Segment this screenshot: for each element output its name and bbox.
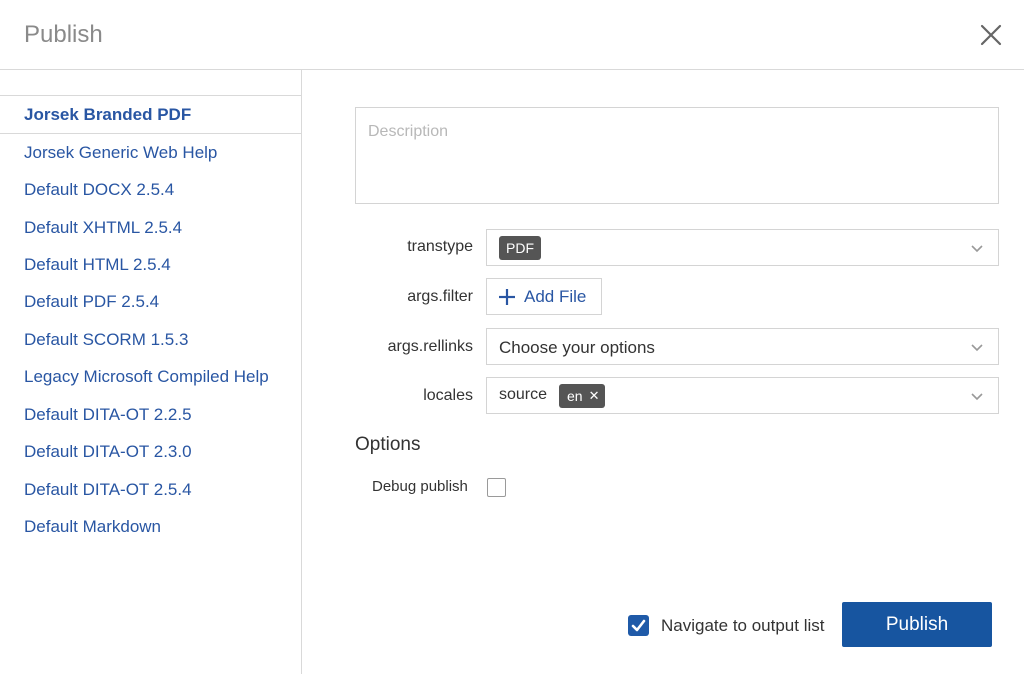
description-field (355, 107, 999, 204)
sidebar-item-dita-ot-230[interactable]: Default DITA-OT 2.3.0 (24, 442, 192, 462)
checkmark-icon (631, 619, 646, 632)
locale-tag-label: en (567, 388, 583, 404)
locales-select[interactable]: source en ✕ (486, 377, 999, 414)
chevron-down-icon (971, 245, 983, 253)
locale-tag-en: en ✕ (559, 384, 606, 408)
dialog-header: Publish (0, 0, 1024, 70)
plus-icon (499, 288, 515, 305)
sidebar-item-dita-ot-254[interactable]: Default DITA-OT 2.5.4 (24, 480, 192, 500)
sidebar-item-jorsek-generic-web-help[interactable]: Jorsek Generic Web Help (24, 143, 217, 163)
sidebar-item-default-markdown[interactable]: Default Markdown (24, 517, 161, 537)
debug-publish-checkbox[interactable] (487, 478, 506, 497)
add-file-label: Add File (524, 286, 587, 306)
args-rellinks-placeholder: Choose your options (499, 338, 655, 357)
transtype-select[interactable]: PDF (486, 229, 999, 266)
sidebar-divider (0, 95, 302, 96)
transtype-tag: PDF (499, 236, 541, 260)
description-input[interactable] (356, 108, 998, 203)
remove-tag-icon[interactable]: ✕ (589, 384, 600, 408)
chevron-down-icon (971, 344, 983, 352)
navigate-output-checkbox[interactable] (628, 615, 649, 636)
sidebar-item-default-pdf[interactable]: Default PDF 2.5.4 (24, 292, 159, 312)
args-rellinks-select[interactable]: Choose your options (486, 328, 999, 365)
sidebar-divider (0, 133, 302, 134)
sidebar-item-default-docx[interactable]: Default DOCX 2.5.4 (24, 180, 174, 200)
sidebar-item-default-xhtml[interactable]: Default XHTML 2.5.4 (24, 218, 182, 238)
add-file-button[interactable]: Add File (486, 278, 602, 315)
locales-label: locales (423, 387, 473, 404)
close-icon[interactable] (978, 22, 1004, 48)
sidebar-item-default-html[interactable]: Default HTML 2.5.4 (24, 255, 171, 275)
sidebar-item-default-scorm[interactable]: Default SCORM 1.5.3 (24, 330, 188, 350)
chevron-down-icon (971, 393, 983, 401)
dialog-title: Publish (24, 21, 103, 48)
output-type-sidebar: Jorsek Branded PDF Jorsek Generic Web He… (0, 70, 302, 674)
args-filter-label: args.filter (407, 288, 473, 305)
debug-publish-label: Debug publish (372, 478, 468, 495)
options-heading: Options (355, 434, 421, 455)
sidebar-item-legacy-chm[interactable]: Legacy Microsoft Compiled Help (24, 367, 269, 387)
sidebar-item-jorsek-branded-pdf[interactable]: Jorsek Branded PDF (24, 105, 191, 125)
transtype-label: transtype (407, 238, 473, 255)
navigate-output-label: Navigate to output list (661, 616, 825, 635)
sidebar-item-dita-ot-225[interactable]: Default DITA-OT 2.2.5 (24, 405, 192, 425)
args-rellinks-label: args.rellinks (387, 338, 473, 355)
publish-button[interactable]: Publish (842, 602, 992, 647)
locales-source-text: source (499, 386, 548, 403)
